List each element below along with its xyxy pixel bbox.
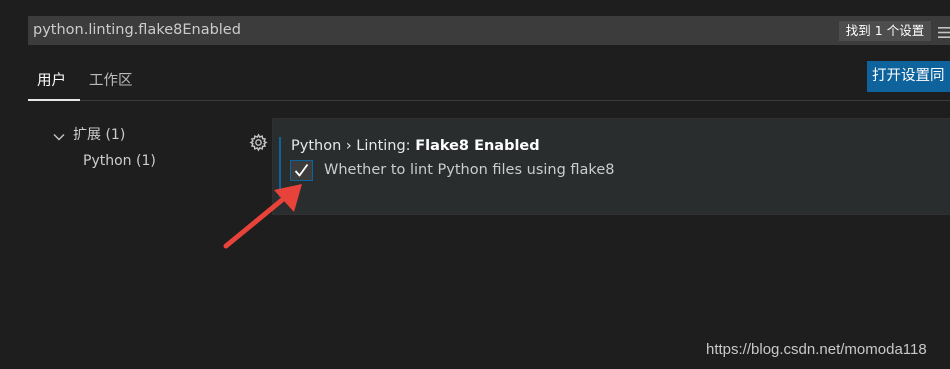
tab-workspace[interactable]: 工作区 <box>89 72 133 90</box>
tabs-divider <box>28 100 950 101</box>
setting-category: Python › Linting: <box>291 138 416 154</box>
check-icon <box>294 163 309 177</box>
settings-search-input[interactable] <box>33 16 833 45</box>
settings-editor: 找到 1 个设置 用户 工作区 打开设置同 扩展 (1) Python (1) … <box>0 0 950 369</box>
setting-description: Whether to lint Python files using flake… <box>324 162 615 178</box>
tab-user[interactable]: 用户 <box>37 72 66 90</box>
toc-section-extensions[interactable]: 扩展 (1) <box>73 126 125 144</box>
search-result-count: 找到 1 个设置 <box>839 21 931 41</box>
gear-icon[interactable] <box>249 133 268 152</box>
settings-search-bar: 找到 1 个设置 <box>28 16 950 45</box>
flake8-enabled-checkbox[interactable] <box>290 160 313 181</box>
active-tab-indicator <box>28 99 80 101</box>
chevron-down-icon[interactable] <box>53 128 65 141</box>
watermark-text: https://blog.csdn.net/momoda118 <box>706 341 927 358</box>
open-settings-json-button[interactable]: 打开设置同 <box>867 61 950 92</box>
setting-title: Python › Linting: Flake8 Enabled <box>291 137 540 155</box>
toc-item-python[interactable]: Python (1) <box>83 152 156 170</box>
filter-list-icon[interactable] <box>938 24 950 38</box>
setting-key: Flake8 Enabled <box>415 138 540 154</box>
annotation-arrow-icon <box>223 184 302 249</box>
